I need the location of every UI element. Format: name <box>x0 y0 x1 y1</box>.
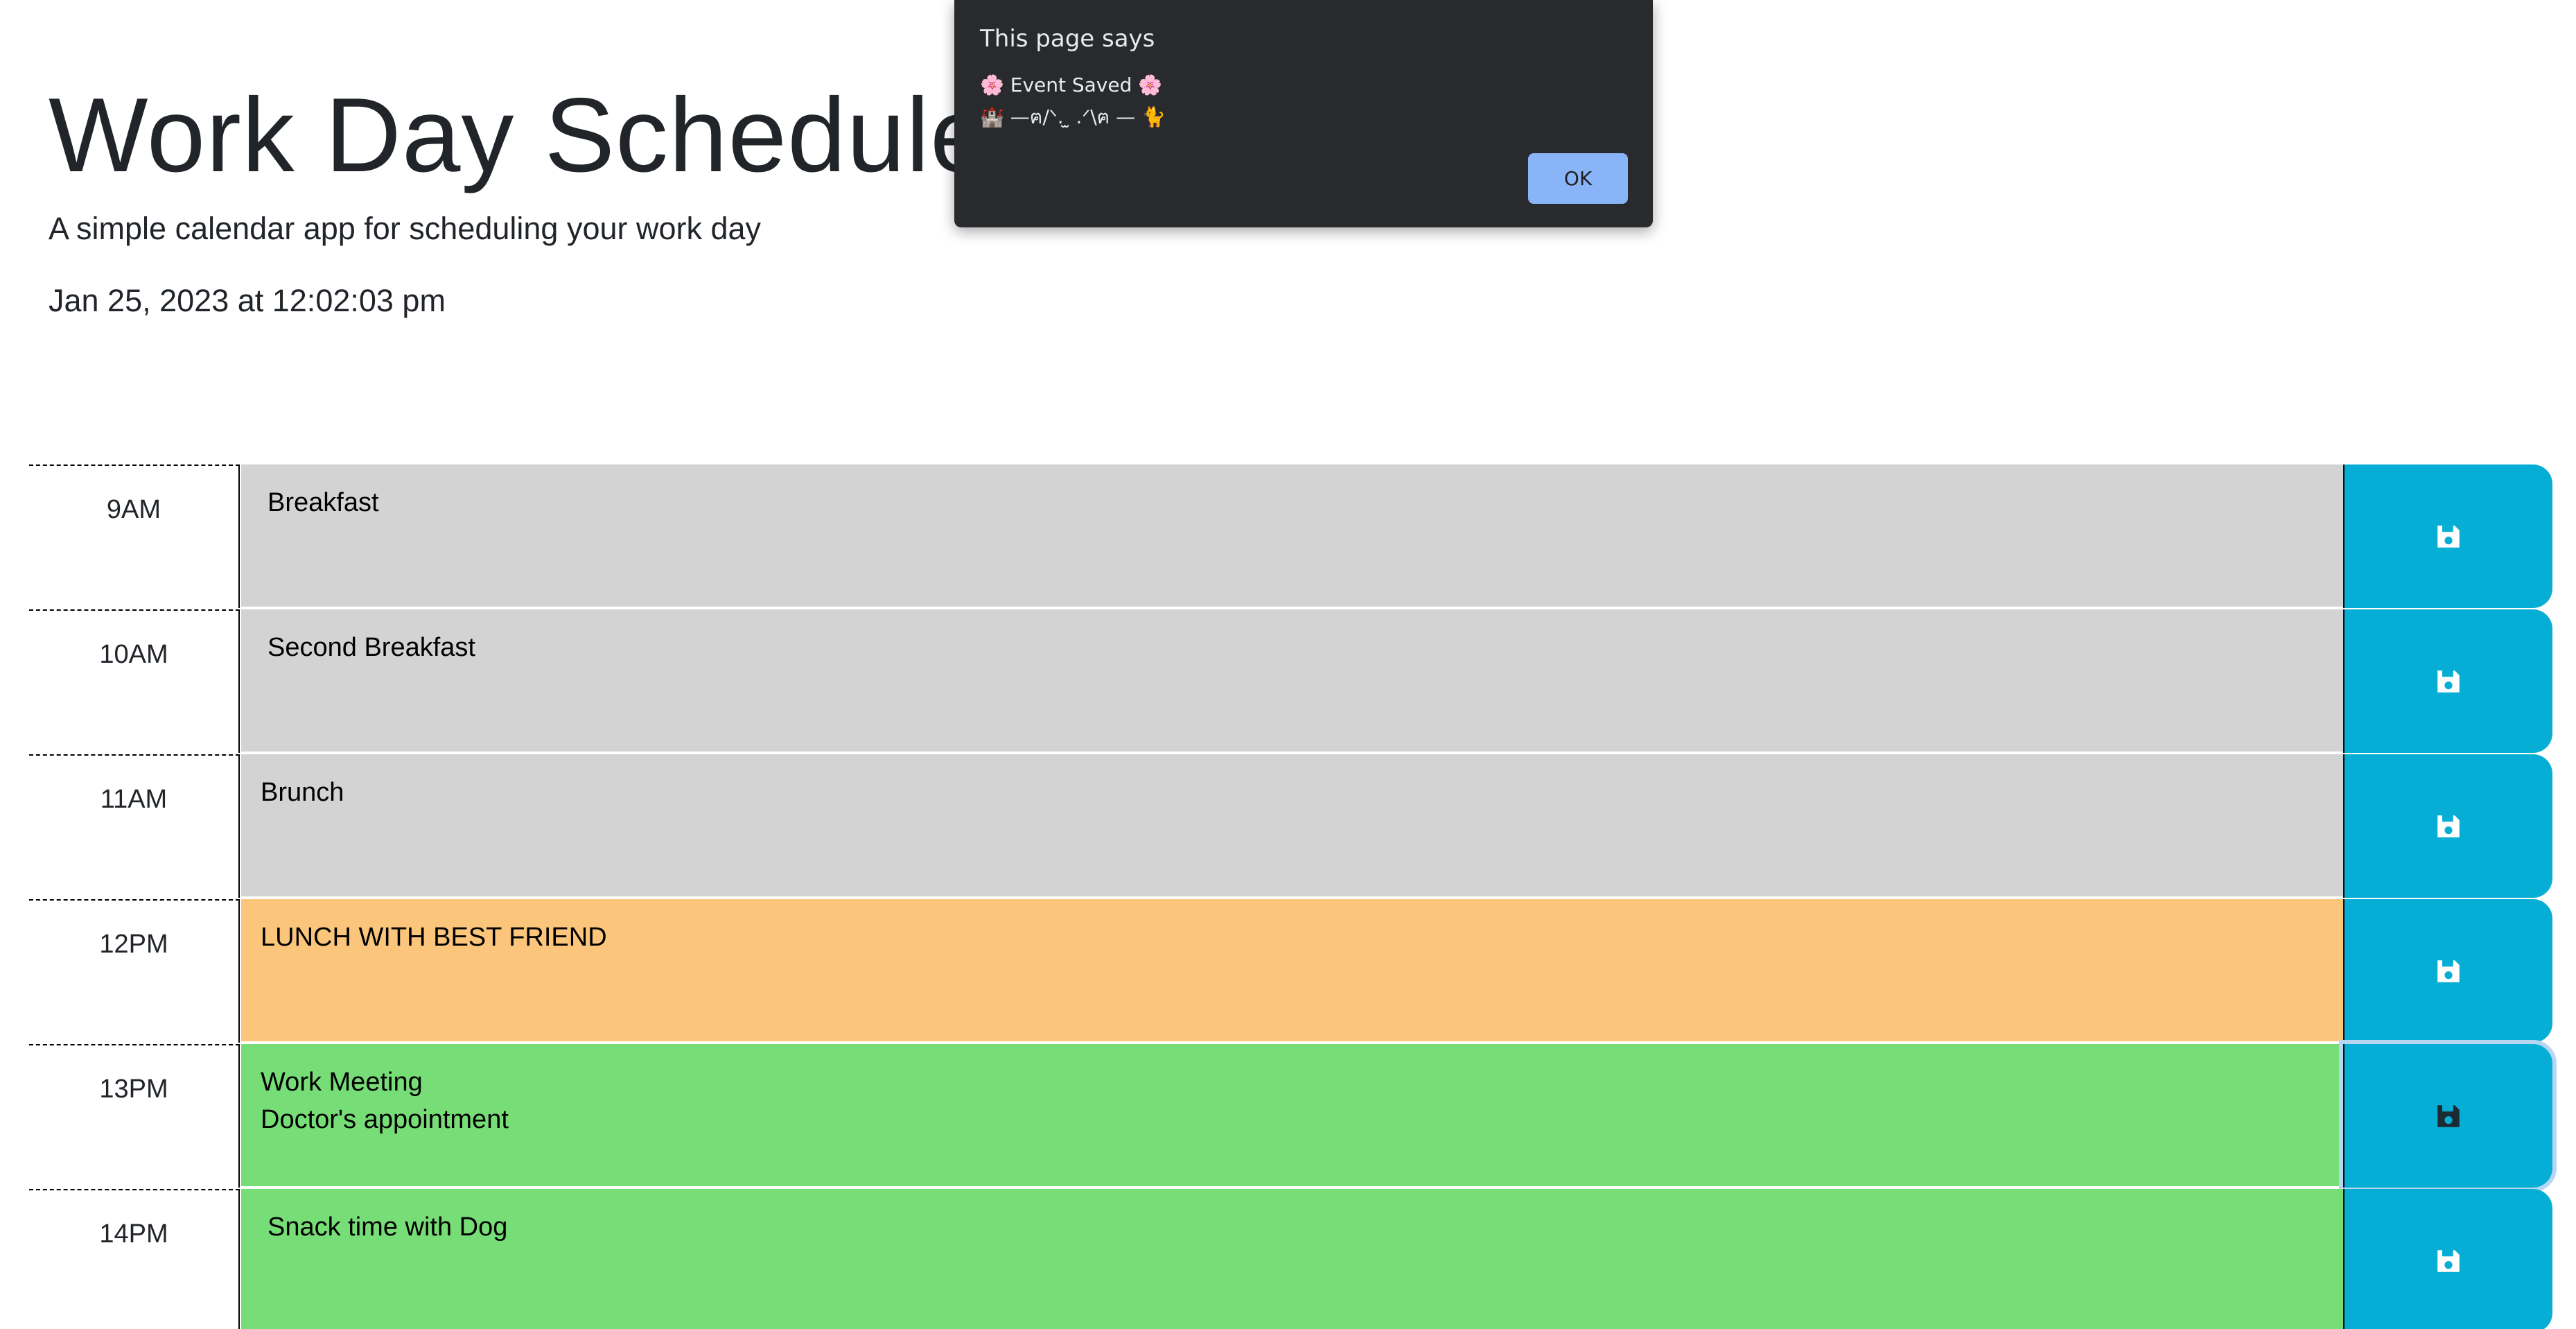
time-block-row: 14PM Snack time with Dog <box>29 1189 2552 1329</box>
floppy-disk-icon <box>2437 1249 2460 1272</box>
event-textarea[interactable]: Breakfast <box>241 464 2343 608</box>
hour-label: 11AM <box>29 754 240 898</box>
time-block-row: 13PM Work Meeting Doctor's appointment <box>29 1044 2552 1189</box>
event-textarea[interactable]: Brunch <box>241 754 2343 898</box>
time-block-row: 9AM Breakfast <box>29 464 2552 609</box>
save-button[interactable] <box>2343 1044 2552 1188</box>
floppy-disk-icon <box>2437 525 2460 548</box>
dialog-message: 🌸 Event Saved 🌸 🏰 —ฅ/ᐠ. ̫ .ᐟ\ฅ — 🐈 <box>980 73 1166 128</box>
save-button[interactable] <box>2343 899 2552 1043</box>
hour-label: 13PM <box>29 1044 240 1188</box>
save-button[interactable] <box>2343 1189 2552 1329</box>
floppy-disk-icon <box>2437 815 2460 837</box>
time-block-row: 12PM LUNCH WITH BEST FRIEND <box>29 899 2552 1044</box>
scheduler: 9AM Breakfast 10AM Second Breakfast 11AM… <box>29 464 2552 1329</box>
event-textarea[interactable]: LUNCH WITH BEST FRIEND <box>241 899 2343 1043</box>
page-subtitle: A simple calendar app for scheduling you… <box>49 211 762 246</box>
save-button[interactable] <box>2343 609 2552 753</box>
floppy-disk-icon <box>2437 670 2460 693</box>
event-textarea[interactable]: Snack time with Dog <box>241 1189 2343 1329</box>
current-datetime: Jan 25, 2023 at 12:02:03 pm <box>49 283 446 318</box>
time-block-row: 10AM Second Breakfast <box>29 609 2552 754</box>
hour-label: 12PM <box>29 899 240 1043</box>
event-textarea[interactable]: Second Breakfast <box>241 609 2343 753</box>
hour-label: 9AM <box>29 464 240 608</box>
ok-button[interactable]: OK <box>1528 153 1628 204</box>
floppy-disk-icon <box>2437 959 2460 982</box>
time-block-row: 11AM Brunch <box>29 754 2552 899</box>
hour-label: 14PM <box>29 1189 240 1329</box>
save-button[interactable] <box>2343 464 2552 608</box>
dialog-title: This page says <box>980 25 1155 53</box>
save-button[interactable] <box>2343 754 2552 898</box>
hour-label: 10AM <box>29 609 240 753</box>
page-title: Work Day Scheduler <box>49 76 1026 194</box>
event-textarea[interactable]: Work Meeting Doctor's appointment <box>241 1044 2343 1188</box>
alert-dialog: This page says 🌸 Event Saved 🌸 🏰 —ฅ/ᐠ. ̫… <box>954 0 1653 227</box>
floppy-disk-icon <box>2437 1104 2460 1127</box>
